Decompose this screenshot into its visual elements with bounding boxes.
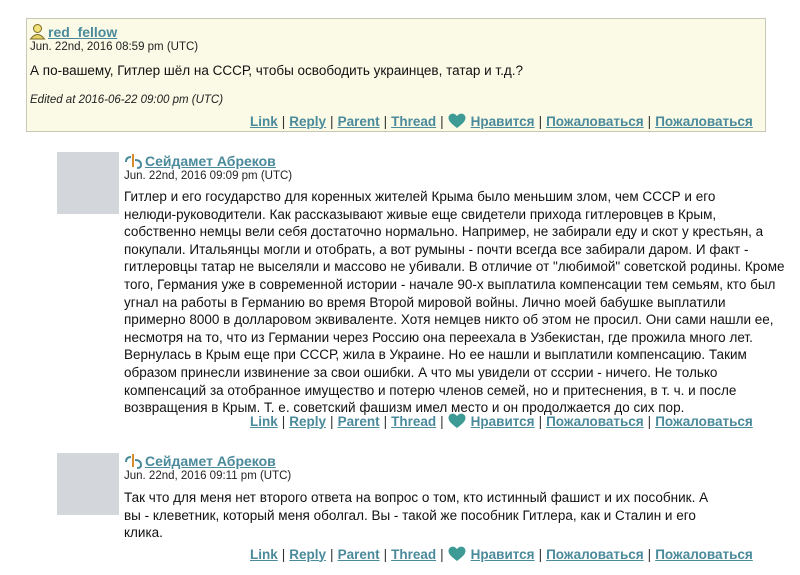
report-button[interactable]: Пожаловаться [546, 547, 644, 562]
comment-text: Гитлер и его государство для коренных жи… [124, 188, 785, 417]
reply-button[interactable]: Reply [289, 414, 326, 429]
avatar[interactable] [57, 152, 119, 214]
comment-line: Так что для меня нет второго ответа на в… [124, 490, 709, 505]
comment-line: собственно немцы вели себя достаточно но… [124, 224, 764, 240]
comment-actions: Link | Reply | Parent | Thread | Нравитс… [250, 413, 753, 429]
separator: | [538, 546, 543, 562]
comment-line: образом принесли извинение за свои ошибк… [124, 364, 718, 380]
comment-line: несмотря на то, что из Германии через Ро… [124, 329, 753, 345]
comment-author: red_fellow [29, 23, 117, 40]
comment-author: Сейдамет Абреков [124, 152, 276, 170]
reply-button[interactable]: Reply [289, 547, 326, 562]
link-button[interactable]: Link [250, 114, 278, 129]
link-button[interactable]: Link [250, 414, 278, 429]
parent-button[interactable]: Parent [338, 547, 380, 562]
comment-line: Вернулась в Крым еще при СССР, жила в Ук… [124, 347, 747, 363]
thread-button[interactable]: Thread [391, 114, 436, 129]
separator: | [281, 546, 286, 562]
report-button[interactable]: Пожаловаться [546, 114, 644, 129]
separator: | [383, 113, 388, 129]
comment-date: Jun. 22nd, 2016 08:59 pm (UTC) [30, 41, 199, 53]
heart-icon[interactable] [448, 413, 466, 429]
comment-date: Jun. 22nd, 2016 09:11 pm (UTC) [124, 470, 292, 482]
comment-line: вы - клеветник, который меня оболгал. Вы… [124, 507, 696, 523]
thread-button[interactable]: Thread [391, 414, 436, 429]
comment-line: гитлеровцы татар не выселяли и массово н… [124, 259, 785, 275]
highlighted-comment: red_fellow Jun. 22nd, 2016 08:59 pm (UTC… [26, 18, 766, 132]
parent-button[interactable]: Parent [338, 114, 380, 129]
comment-line: угнал на работы в Германию во время Втор… [124, 294, 726, 310]
separator: | [330, 413, 334, 429]
comment-line: примерно 8000 в долларовом эквиваленте. … [124, 312, 774, 328]
separator: | [538, 113, 543, 129]
parent-button[interactable]: Parent [338, 414, 380, 429]
username-link[interactable]: Сейдамет Абреков [145, 153, 276, 169]
like-button[interactable]: Нравится [471, 414, 535, 429]
like-button[interactable]: Нравится [471, 114, 535, 129]
avatar[interactable] [57, 453, 119, 515]
separator: | [440, 546, 444, 562]
report-button-secondary[interactable]: Пожаловаться [655, 414, 753, 429]
separator: | [383, 546, 388, 562]
comment-line: нелюди-руководители. Как рассказывают жи… [124, 206, 717, 222]
comment-line: клика. [124, 525, 163, 541]
thread-button[interactable]: Thread [391, 547, 436, 562]
comment-line: Гитлер и его государство для коренных жи… [124, 189, 716, 204]
lj-user-icon[interactable] [124, 452, 144, 470]
separator: | [281, 113, 286, 129]
comment-actions: Link | Reply | Parent | Thread | Нравитс… [250, 113, 753, 129]
link-button[interactable]: Link [250, 547, 278, 562]
separator: | [647, 413, 652, 429]
comment-text: А по-вашему, Гитлер шёл на СССР, чтобы о… [30, 63, 523, 78]
reply-button[interactable]: Reply [289, 114, 326, 129]
separator: | [538, 413, 543, 429]
report-button[interactable]: Пожаловаться [546, 414, 644, 429]
comment-line: компенсаций за отобранное имущество и по… [124, 382, 737, 398]
separator: | [330, 113, 334, 129]
heart-icon[interactable] [448, 546, 466, 562]
separator: | [440, 413, 444, 429]
separator: | [383, 413, 388, 429]
comment-line: того, Германия уже в современной истории… [124, 276, 776, 292]
comment-date: Jun. 22nd, 2016 09:09 pm (UTC) [124, 170, 293, 182]
separator: | [440, 113, 444, 129]
report-button-secondary[interactable]: Пожаловаться [655, 547, 753, 562]
separator: | [647, 546, 652, 562]
username-link[interactable]: red_fellow [48, 24, 117, 40]
separator: | [647, 113, 652, 129]
default-avatar-icon [57, 453, 119, 515]
edited-note: Edited at 2016-06-22 09:00 pm (UTC) [30, 94, 224, 106]
like-button[interactable]: Нравится [471, 547, 535, 562]
lj-user-icon[interactable] [124, 152, 144, 170]
comment-line: покупали. Итальянцы могли и отобрать, а … [124, 241, 749, 257]
heart-icon[interactable] [448, 113, 466, 129]
separator: | [281, 413, 286, 429]
username-link[interactable]: Сейдамет Абреков [145, 453, 276, 469]
comment-author: Сейдамет Абреков [124, 452, 276, 470]
report-button-secondary[interactable]: Пожаловаться [655, 114, 753, 129]
separator: | [330, 546, 334, 562]
comment-actions: Link | Reply | Parent | Thread | Нравитс… [250, 546, 753, 562]
comment-text: Так что для меня нет второго ответа на в… [124, 489, 708, 542]
default-avatar-icon [57, 152, 119, 214]
user-icon[interactable] [29, 23, 46, 40]
